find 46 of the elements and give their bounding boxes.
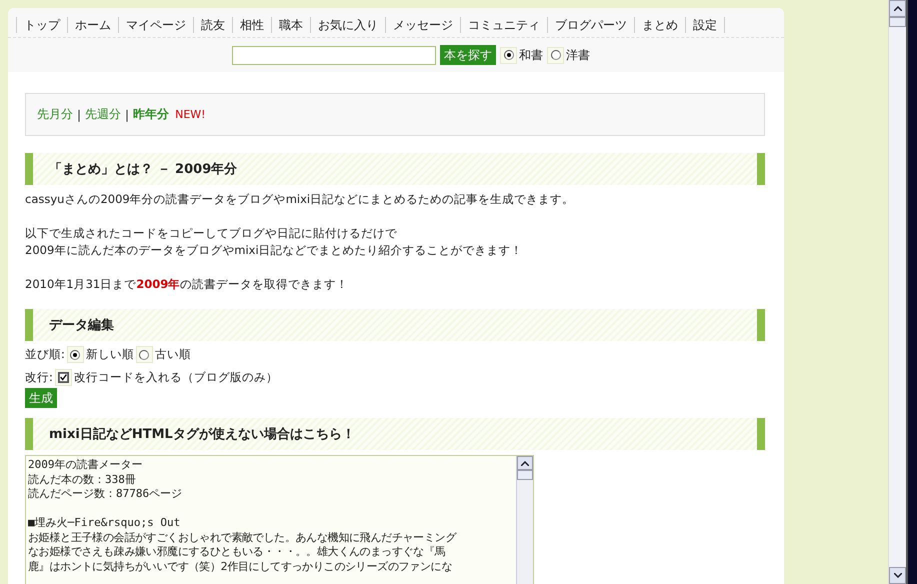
radio-label: 洋書 [566, 46, 590, 64]
search-field[interactable] [232, 46, 436, 64]
nav-link[interactable]: 相性 [232, 16, 271, 32]
output-text-area[interactable]: 2009年の読書メーター 読んだ本の数：338冊 読んだページ数：87786ページ ■埋み火─Fire&rsquo;s Out お姫様と王子様の会話がすごくおしゃれで素敵でした。あんな機知に飛んだチャーミング なお姫様でさえも疎み嫌い邪魔にするひともいる・・・。。雄大くんのまっすぐな『馬 鹿』はホントに気持ちがいいです（笑）2作目にしてすっかりこのシリーズのファンにな [25, 455, 534, 584]
new-label: NEW! [175, 108, 206, 121]
scroll-thumb[interactable] [517, 470, 533, 480]
description-text: 2010年1月31日まで2009年の読書データを取得できます！ [25, 276, 350, 293]
section-heading: mixi日記などHTMLタグが使えない場合はこちら！ [25, 418, 765, 450]
nav-link[interactable]: お気に入り [310, 16, 385, 32]
scroll-up-icon[interactable] [889, 0, 906, 17]
nav-link[interactable]: トップ [16, 16, 67, 32]
radio-button[interactable] [504, 50, 514, 60]
page-scrollbar[interactable] [888, 0, 906, 584]
nav-link[interactable]: 職本 [271, 16, 310, 32]
nav-link[interactable]: ホーム [67, 16, 118, 32]
radio-label: 古い順 [154, 347, 191, 362]
checkbox-label: 改行コードを入れる（ブログ版のみ） [74, 370, 278, 385]
separator: | [125, 108, 130, 122]
description-text: cassyuさんの2009年分の読書データをブログやmixi日記などにまとめるための記事を生成できます。 [25, 191, 576, 208]
scroll-thumb[interactable] [889, 17, 906, 27]
search-button[interactable]: 本を探す [440, 45, 496, 65]
scroll-down-icon[interactable] [889, 567, 906, 584]
section-heading: 「まとめ」とは？ － 2009年分 [25, 153, 765, 185]
radio-label: 新しい順 [86, 347, 134, 362]
nav-link[interactable]: メッセージ [385, 16, 460, 32]
nav-link[interactable]: マイページ [118, 16, 193, 32]
period-link[interactable]: 先月分 [37, 106, 73, 123]
nav-link[interactable]: 読友 [193, 16, 232, 32]
section-heading: データ編集 [25, 309, 765, 341]
nav-link[interactable]: まとめ [634, 16, 685, 32]
period-link[interactable]: 昨年分 [133, 106, 170, 123]
generate-button[interactable]: 生成 [25, 388, 57, 408]
nav-link[interactable]: ブログパーツ [547, 16, 634, 32]
nav-link[interactable]: コミュニティ [460, 16, 547, 32]
separator: | [77, 108, 82, 122]
checkbox[interactable] [58, 372, 69, 383]
radio-button[interactable] [550, 50, 560, 60]
radio-label: 和書 [519, 46, 543, 64]
newline-label: 改行: [25, 370, 53, 385]
period-link[interactable]: 先週分 [85, 106, 122, 123]
nav-link[interactable]: 設定 [685, 16, 725, 32]
radio-button[interactable] [139, 350, 150, 360]
description-text: 以下で生成されたコードをコピーしてブログや日記に貼付けるだけで 2009年に読んだ本のデータをブログやmixi日記などでまとめたり紹介することができます！ [25, 225, 524, 259]
radio-button[interactable] [70, 350, 80, 360]
sort-label: 並び順: [25, 347, 65, 362]
scroll-up-icon[interactable] [517, 456, 533, 470]
